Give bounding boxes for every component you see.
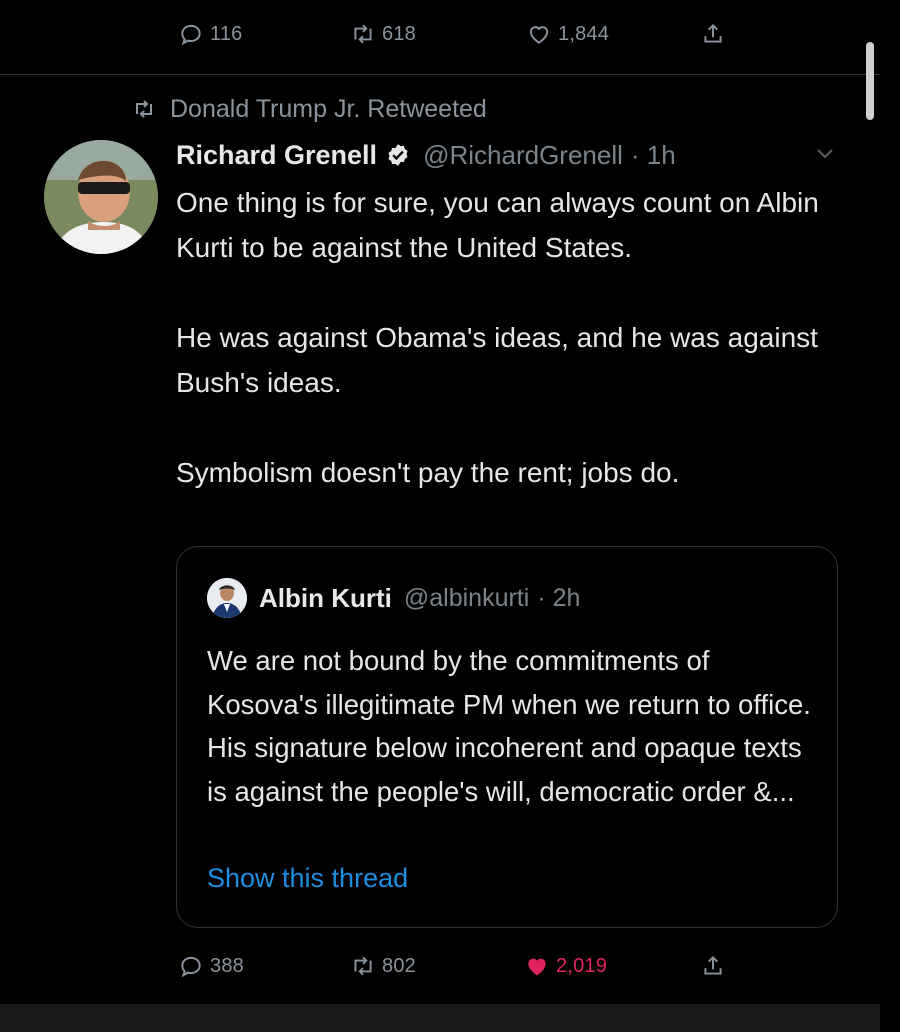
avatar-image [44,140,158,254]
tweet-time[interactable]: · 1h [631,140,676,171]
quoted-tweet-card[interactable]: Albin Kurti @albinkurti · 2h We are not … [176,546,838,928]
retweet-button[interactable]: 802 [350,953,416,979]
quoted-author-name: Albin Kurti [259,582,392,613]
reply-button[interactable]: 388 [178,953,244,979]
retweet-icon [354,24,372,44]
heart-icon [529,26,549,44]
retweet-context-label[interactable]: Donald Trump Jr. Retweeted [170,95,487,124]
previous-tweet-action-bar: 116 618 1,844 [0,10,880,58]
reply-button[interactable]: 116 [178,21,243,47]
like-button[interactable]: 1,844 [526,21,609,47]
like-count: 1,844 [558,22,610,45]
retweet-icon [354,956,372,976]
tweet-header: Richard Grenell @RichardGrenell · 1h [176,134,676,176]
reply-icon [181,956,201,978]
author-name[interactable]: Richard Grenell [176,140,377,171]
retweet-button[interactable]: 618 [350,21,416,47]
retweet-count: 618 [382,22,416,45]
reply-count: 388 [210,954,244,977]
tweet-body: One thing is for sure, you can always co… [176,180,856,495]
tweet-action-bar: 388 802 2,019 [0,942,880,990]
tweet-paragraph: One thing is for sure, you can always co… [176,187,819,263]
quoted-tweet-text: We are not bound by the commitments of K… [207,645,811,807]
reply-count: 116 [210,22,243,45]
quoted-avatar [207,578,247,618]
tweet-paragraph: He was against Obama's ideas, and he was… [176,322,818,398]
like-count: 2,019 [556,954,608,977]
verified-badge-icon [388,144,408,166]
chevron-down-icon[interactable] [812,144,838,164]
quoted-tweet-time: · 2h [537,583,581,612]
share-button[interactable] [700,21,726,47]
avatar[interactable] [44,140,158,254]
share-icon [704,23,722,43]
bottom-bar [0,1004,880,1032]
retweet-context: Donald Trump Jr. Retweeted [130,92,487,126]
share-button[interactable] [700,953,726,979]
quoted-avatar-image [207,578,247,618]
tweet-divider [0,74,880,75]
show-thread-link[interactable]: Show this thread [207,863,408,894]
tweet-paragraph: Symbolism doesn't pay the rent; jobs do. [176,457,680,488]
retweet-icon [136,100,152,118]
author-handle[interactable]: @RichardGrenell [423,140,623,171]
heart-icon [528,958,546,976]
timeline: 116 618 1,844 Donald Trump Jr. Retweeted… [0,0,900,1032]
retweet-count: 802 [382,954,416,977]
quoted-tweet-header: Albin Kurti @albinkurti · 2h [207,578,581,618]
scrollbar[interactable] [866,42,874,120]
quoted-author-handle: @albinkurti [403,583,530,612]
share-icon [704,955,722,975]
like-button[interactable]: 2,019 [524,953,607,979]
reply-icon [181,24,201,46]
